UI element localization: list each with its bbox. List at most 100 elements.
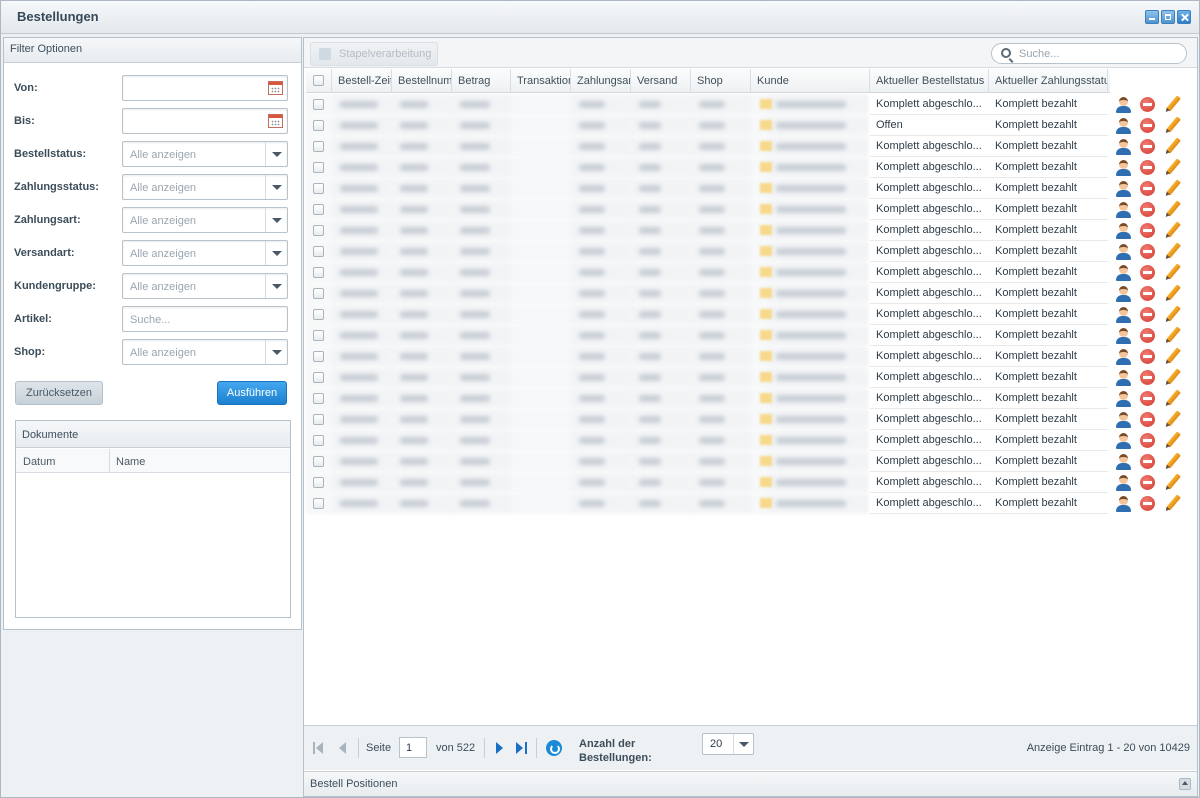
order-positions-panel[interactable]: Bestell Positionen	[304, 771, 1197, 796]
edit-icon[interactable]	[1164, 95, 1181, 113]
row-checkbox[interactable]	[306, 325, 332, 346]
edit-icon[interactable]	[1164, 410, 1181, 428]
table-row[interactable]: Komplett abgeschlo... Komplett bezahlt	[306, 346, 1199, 367]
column-header-amount[interactable]: Betrag	[452, 69, 511, 93]
chevron-down-icon[interactable]	[265, 340, 287, 364]
table-row[interactable]: Komplett abgeschlo... Komplett bezahlt	[306, 409, 1199, 430]
edit-icon[interactable]	[1164, 431, 1181, 449]
user-icon[interactable]	[1115, 285, 1132, 302]
delete-icon[interactable]	[1139, 222, 1156, 239]
row-checkbox[interactable]	[306, 388, 332, 409]
close-icon[interactable]	[1177, 10, 1191, 24]
minimize-icon[interactable]	[1145, 10, 1159, 24]
table-row[interactable]: Komplett abgeschlo... Komplett bezahlt	[306, 472, 1199, 493]
table-row[interactable]: Komplett abgeschlo... Komplett bezahlt	[306, 157, 1199, 178]
table-row[interactable]: Komplett abgeschlo... Komplett bezahlt	[306, 241, 1199, 262]
user-icon[interactable]	[1115, 390, 1132, 407]
chevron-down-icon[interactable]	[265, 142, 287, 166]
user-icon[interactable]	[1115, 369, 1132, 386]
delete-icon[interactable]	[1139, 285, 1156, 302]
delete-icon[interactable]	[1139, 96, 1156, 113]
row-checkbox[interactable]	[306, 430, 332, 451]
table-row[interactable]: Komplett abgeschlo... Komplett bezahlt	[306, 304, 1199, 325]
shop-select[interactable]: Alle anzeigen	[122, 339, 288, 365]
table-row[interactable]: Komplett abgeschlo... Komplett bezahlt	[306, 493, 1199, 514]
table-row[interactable]: Komplett abgeschlo... Komplett bezahlt	[306, 262, 1199, 283]
user-icon[interactable]	[1115, 306, 1132, 323]
edit-icon[interactable]	[1164, 494, 1181, 512]
delete-icon[interactable]	[1139, 243, 1156, 260]
edit-icon[interactable]	[1164, 116, 1181, 134]
table-row[interactable]: Komplett abgeschlo... Komplett bezahlt	[306, 94, 1199, 115]
delete-icon[interactable]	[1139, 453, 1156, 470]
reset-button[interactable]: Zurücksetzen	[15, 381, 103, 405]
delete-icon[interactable]	[1139, 327, 1156, 344]
table-row[interactable]: Komplett abgeschlo... Komplett bezahlt	[306, 136, 1199, 157]
row-checkbox[interactable]	[306, 493, 332, 514]
table-row[interactable]: Komplett abgeschlo... Komplett bezahlt	[306, 220, 1199, 241]
prev-page-icon[interactable]	[338, 742, 350, 754]
row-checkbox[interactable]	[306, 472, 332, 493]
user-icon[interactable]	[1115, 348, 1132, 365]
edit-icon[interactable]	[1164, 200, 1181, 218]
row-checkbox[interactable]	[306, 304, 332, 325]
edit-icon[interactable]	[1164, 326, 1181, 344]
column-header-order-time[interactable]: Bestell-Zeit	[332, 69, 392, 93]
table-row[interactable]: Komplett abgeschlo... Komplett bezahlt	[306, 430, 1199, 451]
user-icon[interactable]	[1115, 138, 1132, 155]
table-row[interactable]: Komplett abgeschlo... Komplett bezahlt	[306, 451, 1199, 472]
table-row[interactable]: Komplett abgeschlo... Komplett bezahlt	[306, 325, 1199, 346]
row-checkbox[interactable]	[306, 178, 332, 199]
window-titlebar[interactable]: Bestellungen	[1, 1, 1199, 34]
documents-column-date[interactable]: Datum	[23, 456, 55, 468]
delete-icon[interactable]	[1139, 474, 1156, 491]
row-checkbox[interactable]	[306, 346, 332, 367]
edit-icon[interactable]	[1164, 221, 1181, 239]
table-row[interactable]: Komplett abgeschlo... Komplett bezahlt	[306, 178, 1199, 199]
edit-icon[interactable]	[1164, 305, 1181, 323]
delete-icon[interactable]	[1139, 117, 1156, 134]
row-checkbox[interactable]	[306, 220, 332, 241]
edit-icon[interactable]	[1164, 389, 1181, 407]
maximize-icon[interactable]	[1161, 10, 1175, 24]
article-input[interactable]: Suche...	[122, 306, 288, 332]
edit-icon[interactable]	[1164, 137, 1181, 155]
delete-icon[interactable]	[1139, 432, 1156, 449]
delete-icon[interactable]	[1139, 369, 1156, 386]
chevron-down-icon[interactable]	[265, 175, 287, 199]
edit-icon[interactable]	[1164, 263, 1181, 281]
column-header-customer[interactable]: Kunde	[751, 69, 870, 93]
table-row[interactable]: Offen Komplett bezahlt	[306, 115, 1199, 136]
from-date-date-field[interactable]	[122, 75, 288, 101]
user-icon[interactable]	[1115, 117, 1132, 134]
edit-icon[interactable]	[1164, 473, 1181, 491]
edit-icon[interactable]	[1164, 368, 1181, 386]
column-header-payment-method[interactable]: Zahlungsart	[571, 69, 631, 93]
table-row[interactable]: Komplett abgeschlo... Komplett bezahlt	[306, 367, 1199, 388]
user-icon[interactable]	[1115, 411, 1132, 428]
column-header-shop[interactable]: Shop	[691, 69, 751, 93]
chevron-down-icon[interactable]	[265, 241, 287, 265]
row-checkbox[interactable]	[306, 157, 332, 178]
row-checkbox[interactable]	[306, 409, 332, 430]
user-icon[interactable]	[1115, 222, 1132, 239]
delete-icon[interactable]	[1139, 264, 1156, 281]
first-page-icon[interactable]	[313, 742, 325, 754]
to-date-date-field[interactable]	[122, 108, 288, 134]
delete-icon[interactable]	[1139, 390, 1156, 407]
user-icon[interactable]	[1115, 159, 1132, 176]
shipping-method-select[interactable]: Alle anzeigen	[122, 240, 288, 266]
edit-icon[interactable]	[1164, 284, 1181, 302]
user-icon[interactable]	[1115, 96, 1132, 113]
row-checkbox[interactable]	[306, 451, 332, 472]
order-status-select[interactable]: Alle anzeigen	[122, 141, 288, 167]
row-checkbox[interactable]	[306, 283, 332, 304]
chevron-down-icon[interactable]	[265, 274, 287, 298]
row-checkbox[interactable]	[306, 94, 332, 115]
row-checkbox[interactable]	[306, 136, 332, 157]
user-icon[interactable]	[1115, 327, 1132, 344]
calendar-icon[interactable]	[268, 114, 283, 128]
row-checkbox[interactable]	[306, 199, 332, 220]
delete-icon[interactable]	[1139, 495, 1156, 512]
user-icon[interactable]	[1115, 180, 1132, 197]
